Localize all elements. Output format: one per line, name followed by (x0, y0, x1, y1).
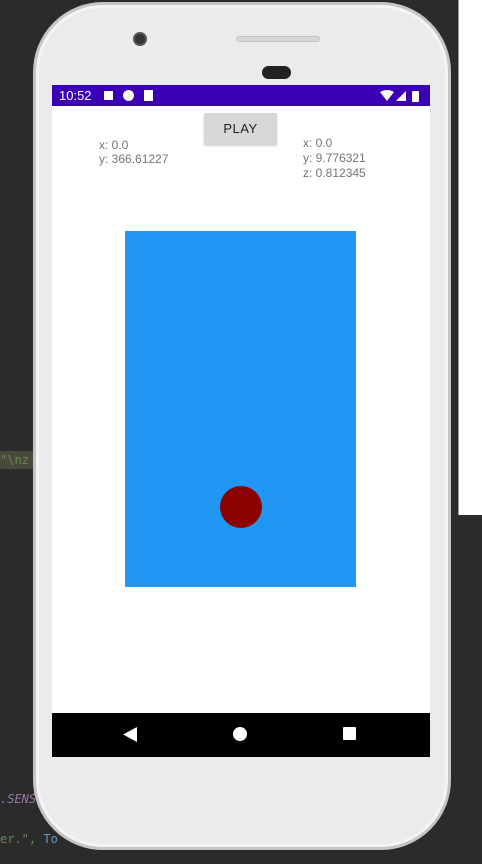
code-text: er.", (0, 832, 44, 846)
status-bar: 10:52 (52, 85, 430, 106)
sensor-z: z: 0.812345 (303, 166, 366, 180)
code-fragment: .SENS (0, 792, 37, 806)
sensor-x: x: 0.0 (303, 136, 333, 150)
sensor-y: y: 9.776321 (303, 151, 366, 165)
notification-a-icon (104, 91, 113, 100)
game-field (125, 231, 356, 587)
navigation-bar (52, 713, 430, 757)
earpiece (262, 66, 291, 79)
speaker-grille (236, 36, 320, 42)
code-fragment: er.", To (0, 832, 58, 846)
code-text: To (43, 832, 58, 846)
camera-icon (133, 32, 147, 46)
play-button[interactable]: PLAY (204, 113, 277, 145)
ball (220, 486, 262, 528)
notification-p-icon (123, 90, 134, 101)
status-time: 10:52 (59, 88, 92, 103)
back-icon[interactable] (123, 727, 137, 742)
home-icon[interactable] (233, 727, 247, 741)
recents-icon[interactable] (343, 727, 356, 740)
wifi-signal-battery-icons (380, 90, 419, 102)
device-screen: 10:52 PLAY x: 0.0 y: 366.61227 x: 0.0 y:… (52, 85, 430, 757)
position-y: y: 366.61227 (99, 152, 169, 166)
position-x: x: 0.0 (99, 138, 129, 152)
sd-card-icon (144, 90, 153, 101)
side-tool-panel (458, 0, 482, 515)
